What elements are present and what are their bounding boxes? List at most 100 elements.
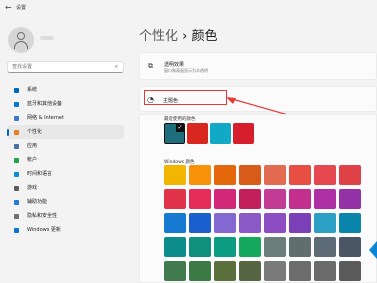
transparency-icon: ⧉ bbox=[148, 62, 153, 70]
sidebar-item-label: 游戏 bbox=[27, 185, 38, 191]
sidebar-item-label: 帐户 bbox=[27, 157, 38, 163]
nav-icon bbox=[14, 144, 19, 149]
color-swatch[interactable] bbox=[189, 261, 211, 281]
color-swatch[interactable] bbox=[164, 237, 186, 257]
nav-icon bbox=[14, 130, 19, 135]
color-swatch[interactable] bbox=[339, 165, 361, 185]
color-swatch[interactable] bbox=[289, 189, 311, 209]
nav-icon bbox=[14, 186, 19, 191]
user-name-placeholder bbox=[40, 36, 54, 40]
color-swatch[interactable] bbox=[239, 213, 261, 233]
sidebar-item[interactable]: Windows 更新 bbox=[7, 223, 124, 237]
sidebar-item-label: Windows 更新 bbox=[27, 227, 61, 233]
transparency-card[interactable]: ⧉ 透明效果 窗口和表面显示为半透明 bbox=[139, 52, 377, 80]
color-swatch[interactable] bbox=[314, 165, 336, 185]
sidebar-item[interactable]: 应用 bbox=[7, 139, 124, 153]
recent-color-swatch[interactable] bbox=[233, 123, 254, 144]
sidebar-item-label: 应用 bbox=[27, 143, 38, 149]
color-swatch[interactable] bbox=[239, 261, 261, 281]
sidebar-item[interactable]: 个性化 bbox=[7, 125, 124, 139]
color-swatch[interactable] bbox=[214, 165, 236, 185]
nav-icon bbox=[14, 200, 19, 205]
user-avatar[interactable] bbox=[8, 27, 34, 53]
color-swatch[interactable] bbox=[164, 213, 186, 233]
color-swatch[interactable] bbox=[164, 261, 186, 281]
nav-icon bbox=[14, 214, 19, 219]
user-icon bbox=[17, 32, 25, 40]
color-swatch[interactable] bbox=[214, 213, 236, 233]
color-swatch[interactable] bbox=[339, 213, 361, 233]
color-swatch[interactable] bbox=[214, 237, 236, 257]
sidebar-item[interactable]: 时间和语言 bbox=[7, 167, 124, 181]
sidebar-nav: 系统蓝牙和其他设备 网络 & Internet 个性化应用帐户时间和语言游戏辅助功能… bbox=[7, 83, 124, 237]
color-swatch[interactable] bbox=[214, 189, 236, 209]
title-bar: ← 设置 bbox=[0, 0, 377, 20]
color-swatch[interactable] bbox=[289, 165, 311, 185]
color-swatch[interactable] bbox=[164, 165, 186, 185]
windows-colors-grid bbox=[164, 165, 368, 283]
color-swatch[interactable] bbox=[339, 261, 361, 281]
color-swatch[interactable] bbox=[239, 165, 261, 185]
color-swatch[interactable] bbox=[289, 237, 311, 257]
color-swatch[interactable] bbox=[264, 165, 286, 185]
color-swatch[interactable] bbox=[189, 213, 211, 233]
breadcrumb-separator: › bbox=[182, 29, 188, 44]
color-swatch[interactable] bbox=[314, 237, 336, 257]
search-box[interactable]: ⌕ bbox=[7, 61, 124, 73]
color-swatch[interactable] bbox=[314, 213, 336, 233]
color-swatch[interactable] bbox=[339, 189, 361, 209]
sidebar-item-label: 蓝牙和其他设备 bbox=[27, 101, 63, 107]
color-swatch[interactable] bbox=[189, 165, 211, 185]
sidebar-item[interactable]: 辅助功能 bbox=[7, 195, 124, 209]
page-title: 个性化 › 颜色 bbox=[139, 25, 218, 44]
color-swatch[interactable] bbox=[314, 261, 336, 281]
back-arrow-icon[interactable]: ← bbox=[5, 3, 12, 12]
search-input[interactable] bbox=[12, 63, 107, 71]
breadcrumb-current: 颜色 bbox=[191, 29, 218, 44]
app-title: 设置 bbox=[16, 5, 27, 11]
search-icon[interactable]: ⌕ bbox=[115, 63, 118, 71]
color-swatch[interactable] bbox=[189, 189, 211, 209]
color-swatch[interactable] bbox=[239, 189, 261, 209]
color-swatch[interactable] bbox=[264, 189, 286, 209]
checkmark-icon: ✓ bbox=[176, 124, 184, 132]
nav-icon bbox=[14, 102, 19, 107]
sidebar-item-label: 辅助功能 bbox=[27, 199, 48, 205]
annotation-highlight-box bbox=[144, 90, 227, 105]
sidebar-item[interactable]: 网络 & Internet bbox=[7, 111, 124, 125]
color-swatch[interactable] bbox=[289, 213, 311, 233]
color-swatch[interactable] bbox=[264, 213, 286, 233]
sidebar-item[interactable]: 系统 bbox=[7, 83, 124, 97]
sidebar-item-label: 时间和语言 bbox=[27, 171, 53, 177]
recent-color-swatch[interactable] bbox=[187, 123, 208, 144]
sidebar-item-label: 系统 bbox=[27, 87, 38, 93]
nav-icon bbox=[14, 172, 19, 177]
color-swatch[interactable] bbox=[164, 189, 186, 209]
nav-icon bbox=[14, 88, 19, 93]
color-swatch[interactable] bbox=[264, 237, 286, 257]
color-swatch[interactable] bbox=[239, 237, 261, 257]
color-swatch[interactable] bbox=[189, 237, 211, 257]
scroll-indicator-icon[interactable] bbox=[369, 241, 377, 259]
sidebar-item[interactable]: 隐私和安全性 bbox=[7, 209, 124, 223]
color-swatch[interactable] bbox=[339, 237, 361, 257]
sidebar-item[interactable]: 帐户 bbox=[7, 153, 124, 167]
active-indicator bbox=[7, 129, 9, 136]
transparency-title: 透明效果 bbox=[164, 62, 185, 68]
sidebar-item[interactable]: 游戏 bbox=[7, 181, 124, 195]
color-swatch[interactable] bbox=[264, 261, 286, 281]
sidebar-item[interactable]: 蓝牙和其他设备 bbox=[7, 97, 124, 111]
nav-icon bbox=[14, 158, 19, 163]
color-swatch[interactable] bbox=[289, 261, 311, 281]
recent-colors-label: 最近使用的颜色 bbox=[164, 117, 196, 122]
sidebar-item-label: 个性化 bbox=[27, 129, 43, 135]
recent-color-swatch[interactable]: ✓ bbox=[164, 123, 185, 144]
sidebar-item-label: 隐私和安全性 bbox=[27, 213, 58, 219]
color-swatch[interactable] bbox=[314, 189, 336, 209]
recent-color-swatch[interactable] bbox=[210, 123, 231, 144]
nav-icon bbox=[14, 116, 19, 121]
color-swatch[interactable] bbox=[214, 261, 236, 281]
nav-icon bbox=[14, 228, 19, 233]
sidebar-item-label: 网络 & Internet bbox=[27, 115, 64, 121]
breadcrumb-parent[interactable]: 个性化 bbox=[139, 29, 178, 44]
